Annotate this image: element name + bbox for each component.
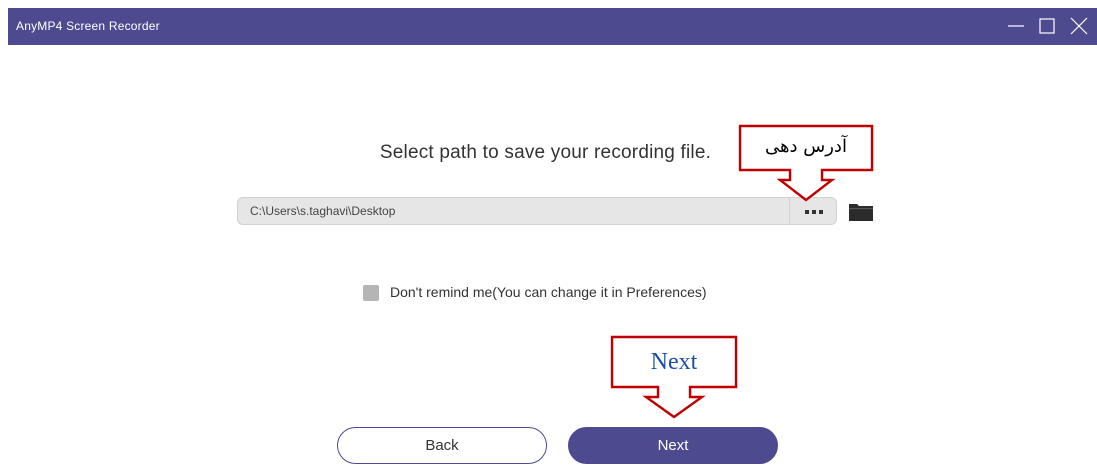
dont-remind-checkbox[interactable]	[363, 285, 379, 301]
folder-icon	[849, 204, 873, 221]
open-folder-button[interactable]	[848, 202, 874, 222]
close-icon[interactable]	[1067, 14, 1091, 38]
next-callout: Next	[610, 335, 738, 421]
window-title: AnyMP4 Screen Recorder	[16, 19, 160, 33]
back-button[interactable]: Back	[337, 427, 547, 464]
save-path-prompt: Select path to save your recording file.	[8, 142, 1097, 164]
save-path-field[interactable]: C:\Users\s.taghavi\Desktop	[237, 197, 789, 225]
next-callout-text: Next	[650, 349, 698, 375]
minimize-icon[interactable]	[1004, 14, 1028, 38]
browse-callout-text: آدرس دهی	[765, 136, 847, 157]
title-bar[interactable]: AnyMP4 Screen Recorder	[8, 8, 1097, 45]
ellipsis-icon	[805, 210, 823, 214]
app-window: AnyMP4 Screen Recorder Select path to sa…	[8, 8, 1097, 472]
maximize-icon[interactable]	[1035, 14, 1059, 38]
next-button[interactable]: Next	[568, 427, 778, 464]
dont-remind-label[interactable]: Don't remind me(You can change it in Pre…	[390, 284, 707, 300]
browse-callout: آدرس دهی	[738, 124, 874, 204]
prompt-text: Select path to save your recording file.	[379, 142, 712, 163]
